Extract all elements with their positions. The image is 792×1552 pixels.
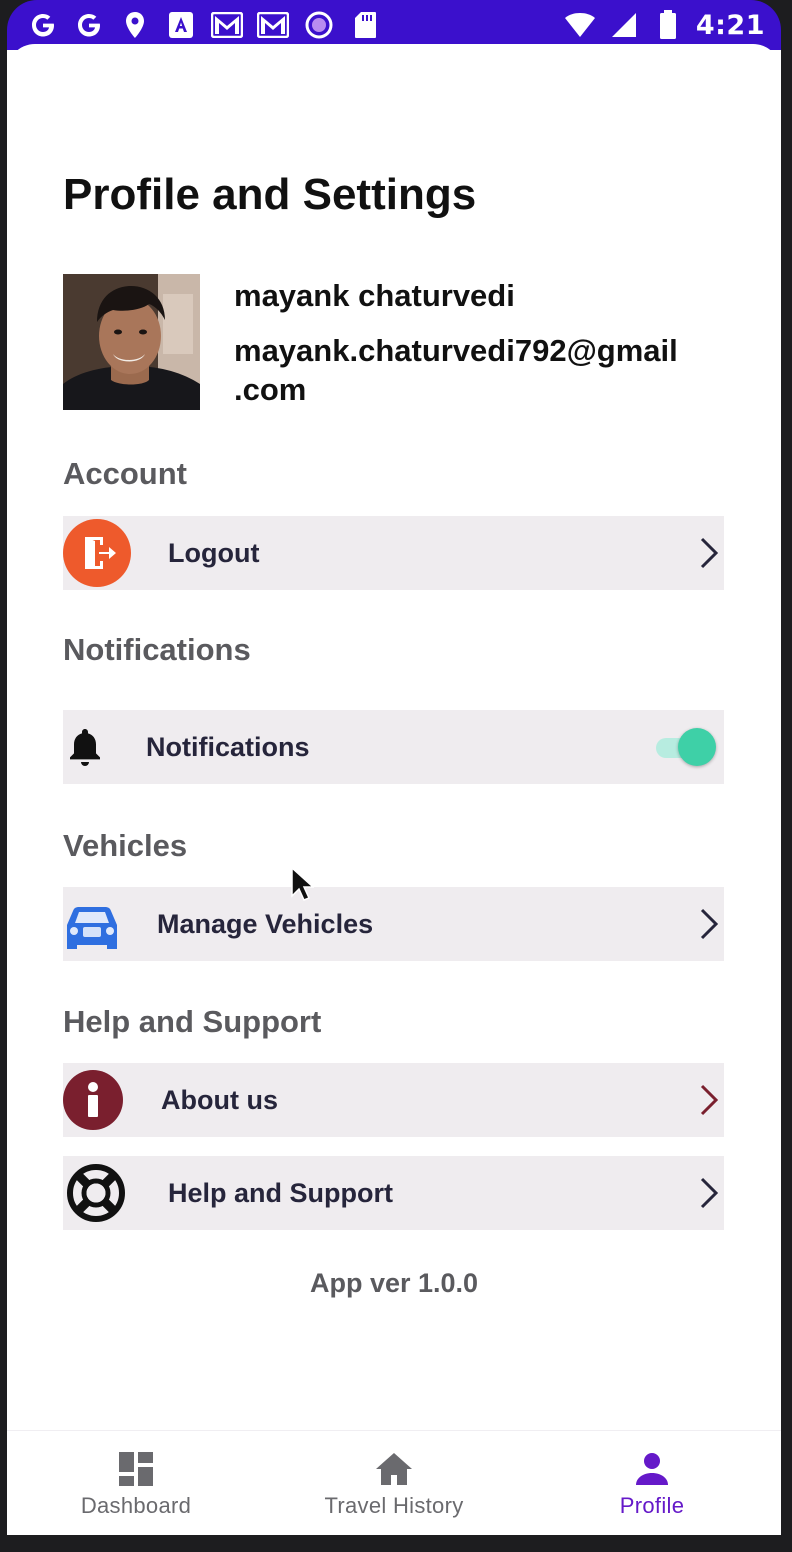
section-title-help: Help and Support bbox=[63, 1004, 322, 1039]
app-version: App ver 1.0.0 bbox=[309, 1268, 479, 1298]
record-circle-icon bbox=[303, 9, 335, 41]
info-icon bbox=[63, 1063, 123, 1137]
toggle-thumb bbox=[678, 728, 716, 766]
nav-label-travel-history: Travel History bbox=[324, 1493, 464, 1518]
nav-item-profile[interactable]: Profile bbox=[523, 1431, 781, 1535]
section-title-account: Account bbox=[63, 456, 187, 491]
profile-email-line-1: mayank.chaturvedi792@gmail bbox=[234, 333, 678, 368]
mouse-cursor-icon bbox=[290, 866, 315, 902]
logout-row[interactable]: Logout bbox=[63, 516, 724, 590]
profile-email-line-2: .com bbox=[234, 372, 307, 407]
gmail-icon bbox=[257, 9, 289, 41]
sd-card-icon bbox=[349, 9, 381, 41]
bell-icon bbox=[67, 710, 103, 784]
notifications-label: Notifications bbox=[146, 732, 310, 762]
status-bar: 4:21 bbox=[7, 0, 781, 50]
section-title-notifications: Notifications bbox=[63, 632, 251, 667]
notifications-row: Notifications bbox=[63, 710, 724, 784]
avatar bbox=[63, 274, 200, 410]
bottom-nav: Dashboard Travel History Profile bbox=[7, 1430, 781, 1535]
about-us-row[interactable]: About us bbox=[63, 1063, 724, 1137]
status-bar-notification-icons bbox=[27, 8, 381, 42]
home-icon bbox=[374, 1449, 414, 1489]
help-support-label: Help and Support bbox=[168, 1178, 393, 1208]
chevron-right-icon bbox=[694, 1063, 724, 1137]
logout-label: Logout bbox=[168, 538, 260, 568]
cell-signal-icon bbox=[608, 9, 640, 41]
car-icon bbox=[63, 887, 121, 961]
google-g-icon bbox=[73, 9, 105, 41]
dashboard-icon bbox=[118, 1449, 154, 1489]
status-time: 4:21 bbox=[695, 9, 765, 41]
chevron-right-icon bbox=[694, 1156, 724, 1230]
chevron-right-icon bbox=[694, 887, 724, 961]
nav-label-profile: Profile bbox=[619, 1493, 685, 1518]
logout-door-icon bbox=[63, 516, 131, 590]
nav-label-dashboard: Dashboard bbox=[80, 1493, 192, 1518]
page-title: Profile and Settings bbox=[63, 170, 477, 219]
font-a-icon bbox=[165, 9, 197, 41]
manage-vehicles-label: Manage Vehicles bbox=[157, 909, 374, 939]
wifi-icon bbox=[564, 9, 596, 41]
chevron-right-icon bbox=[694, 516, 724, 590]
location-pin-icon bbox=[119, 9, 151, 41]
profile-email: mayank.chaturvedi792@gmail .com bbox=[234, 331, 714, 409]
manage-vehicles-row[interactable]: Manage Vehicles bbox=[63, 887, 724, 961]
notifications-toggle[interactable] bbox=[654, 728, 718, 766]
status-bar-system-icons: 4:21 bbox=[564, 8, 765, 42]
section-title-vehicles: Vehicles bbox=[63, 828, 188, 863]
device-frame: 4:21 Profile and Settings mayank chaturv… bbox=[0, 0, 792, 1552]
profile-screen: Profile and Settings mayank chaturvedi m… bbox=[7, 50, 781, 1534]
about-us-label: About us bbox=[161, 1085, 278, 1115]
battery-icon bbox=[652, 9, 684, 41]
help-support-row[interactable]: Help and Support bbox=[63, 1156, 724, 1230]
profile-name: mayank chaturvedi bbox=[234, 278, 515, 313]
lifebuoy-icon bbox=[66, 1156, 126, 1230]
person-icon bbox=[634, 1449, 670, 1489]
gmail-icon bbox=[211, 9, 243, 41]
nav-item-dashboard[interactable]: Dashboard bbox=[7, 1431, 265, 1535]
google-g-icon bbox=[27, 9, 59, 41]
nav-item-travel-history[interactable]: Travel History bbox=[265, 1431, 523, 1535]
